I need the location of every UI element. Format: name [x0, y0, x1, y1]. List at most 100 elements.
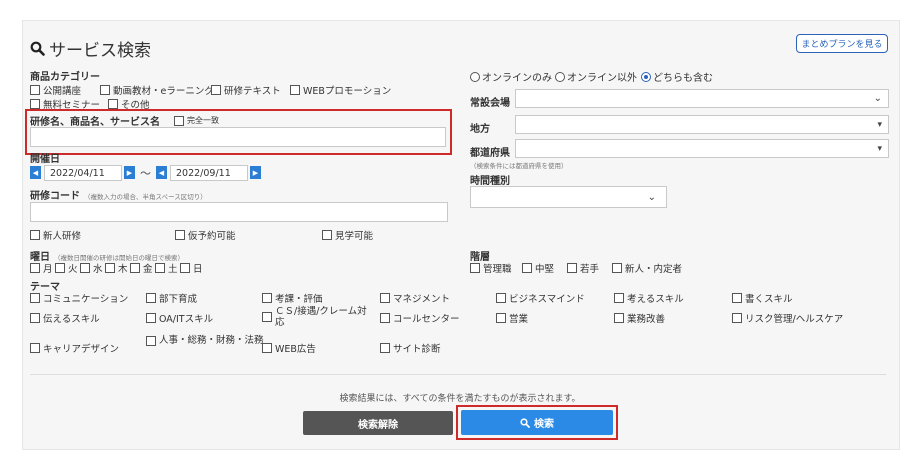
online-option[interactable]: オンラインのみ — [470, 69, 552, 84]
weekday-option[interactable]: 火 — [55, 261, 78, 275]
checkbox[interactable] — [322, 230, 332, 240]
checkbox[interactable] — [496, 293, 506, 303]
checkbox[interactable] — [130, 263, 140, 273]
checkbox[interactable] — [146, 293, 156, 303]
date-to-next-icon[interactable]: ▶ — [250, 166, 261, 179]
category-option[interactable]: 動画教材・eラーニング — [100, 83, 214, 97]
option-label: 見学可能 — [335, 231, 374, 242]
code-input[interactable] — [30, 202, 448, 222]
checkbox[interactable] — [614, 293, 624, 303]
radio[interactable] — [555, 71, 565, 82]
option-label: 公開講座 — [43, 86, 82, 97]
weekday-option[interactable]: 日 — [180, 261, 203, 275]
checkbox[interactable] — [732, 313, 742, 323]
checkbox[interactable] — [380, 293, 390, 303]
checkbox[interactable] — [100, 85, 110, 95]
theme-option[interactable]: 部下育成 — [146, 291, 197, 305]
weekday-option[interactable]: 木 — [105, 261, 128, 275]
checkbox[interactable] — [30, 230, 40, 240]
theme-option[interactable]: 伝えるスキル — [30, 311, 100, 325]
checkbox[interactable] — [470, 263, 480, 273]
checkbox[interactable] — [567, 263, 577, 273]
level-option[interactable]: 中堅 — [522, 261, 554, 275]
theme-option[interactable]: サイト診断 — [380, 341, 441, 355]
checkbox[interactable] — [146, 335, 156, 346]
option-label: リスク管理/ヘルスケア — [745, 314, 844, 325]
option-label: オンライン以外 — [567, 73, 637, 84]
checkbox[interactable] — [30, 293, 40, 303]
theme-option[interactable]: 書くスキル — [732, 291, 793, 305]
checkbox[interactable] — [262, 293, 272, 303]
theme-option[interactable]: OA/ITスキル — [146, 311, 213, 325]
checkbox[interactable] — [180, 263, 190, 273]
prefecture-select[interactable]: ▾ — [515, 139, 889, 158]
theme-option[interactable]: WEB広告 — [262, 341, 316, 355]
theme-option[interactable]: ビジネスマインド — [496, 291, 585, 305]
date-from-input[interactable]: 2022/04/11 — [44, 165, 122, 181]
option-label: 木 — [118, 264, 128, 275]
checkbox[interactable] — [262, 343, 272, 353]
date-to-input[interactable]: 2022/09/11 — [170, 165, 248, 181]
checkbox[interactable] — [108, 99, 118, 109]
theme-option[interactable]: 人事・総務・財務・法務 — [146, 335, 265, 346]
checkbox[interactable] — [732, 293, 742, 303]
checkbox[interactable] — [614, 313, 624, 323]
theme-option[interactable]: マネジメント — [380, 291, 450, 305]
category-option[interactable]: 公開講座 — [30, 83, 81, 97]
venue-select[interactable]: ⌄ — [515, 89, 889, 108]
weekday-option[interactable]: 土 — [155, 261, 178, 275]
checkbox[interactable] — [380, 343, 390, 353]
theme-option[interactable]: 考課・評価 — [262, 291, 323, 305]
checkbox[interactable] — [105, 263, 115, 273]
flag-option[interactable]: 見学可能 — [322, 228, 373, 242]
checkbox[interactable] — [290, 85, 300, 95]
checkbox[interactable] — [522, 263, 532, 273]
checkbox[interactable] — [496, 313, 506, 323]
weekday-option[interactable]: 月 — [30, 261, 53, 275]
checkbox[interactable] — [175, 230, 185, 240]
theme-option[interactable]: コールセンター — [380, 311, 460, 325]
radio-selected[interactable] — [641, 71, 651, 82]
option-label: OA/ITスキル — [159, 314, 214, 325]
checkbox[interactable] — [55, 263, 65, 273]
checkbox[interactable] — [30, 85, 40, 95]
date-from-next-icon[interactable]: ▶ — [124, 166, 135, 179]
checkbox[interactable] — [211, 85, 221, 95]
time-type-select[interactable]: ⌄ — [470, 186, 667, 208]
online-option-selected[interactable]: どちらも含む — [641, 69, 713, 84]
category-option[interactable]: 研修テキスト — [211, 83, 281, 97]
weekday-option[interactable]: 水 — [80, 261, 103, 275]
date-from-prev-icon[interactable]: ◀ — [30, 166, 41, 179]
radio[interactable] — [470, 71, 480, 82]
theme-option[interactable]: コミュニケーション — [30, 291, 128, 305]
level-option[interactable]: 新人・内定者 — [612, 261, 682, 275]
theme-option[interactable]: 考えるスキル — [614, 291, 684, 305]
checkbox[interactable] — [80, 263, 90, 273]
date-to-prev-icon[interactable]: ◀ — [156, 166, 167, 179]
checkbox[interactable] — [155, 263, 165, 273]
theme-option[interactable]: リスク管理/ヘルスケア — [732, 311, 843, 325]
theme-option[interactable]: 業務改善 — [614, 311, 665, 325]
category-option[interactable]: WEBプロモーション — [290, 83, 391, 97]
clear-search-button[interactable]: 検索解除 — [303, 411, 453, 435]
checkbox[interactable] — [380, 313, 390, 323]
checkbox[interactable] — [146, 313, 156, 323]
level-option[interactable]: 若手 — [567, 261, 599, 275]
option-label: ビジネスマインド — [509, 294, 585, 305]
checkbox[interactable] — [262, 312, 272, 322]
flag-option[interactable]: 仮予約可能 — [175, 228, 236, 242]
theme-option[interactable]: 営業 — [496, 311, 528, 325]
view-plans-button[interactable]: まとめプランを見る — [796, 34, 888, 53]
level-option[interactable]: 管理職 — [470, 261, 512, 275]
checkbox[interactable] — [30, 343, 40, 353]
flag-option[interactable]: 新人研修 — [30, 228, 81, 242]
checkbox[interactable] — [30, 263, 40, 273]
checkbox[interactable] — [30, 99, 40, 109]
theme-option[interactable]: ＣＳ/接遇/クレーム対応 — [262, 306, 375, 328]
weekday-option[interactable]: 金 — [130, 261, 153, 275]
online-option[interactable]: オンライン以外 — [555, 69, 637, 84]
checkbox[interactable] — [612, 263, 622, 273]
theme-option[interactable]: キャリアデザイン — [30, 341, 119, 355]
checkbox[interactable] — [30, 313, 40, 323]
region-select[interactable]: ▾ — [515, 115, 889, 134]
